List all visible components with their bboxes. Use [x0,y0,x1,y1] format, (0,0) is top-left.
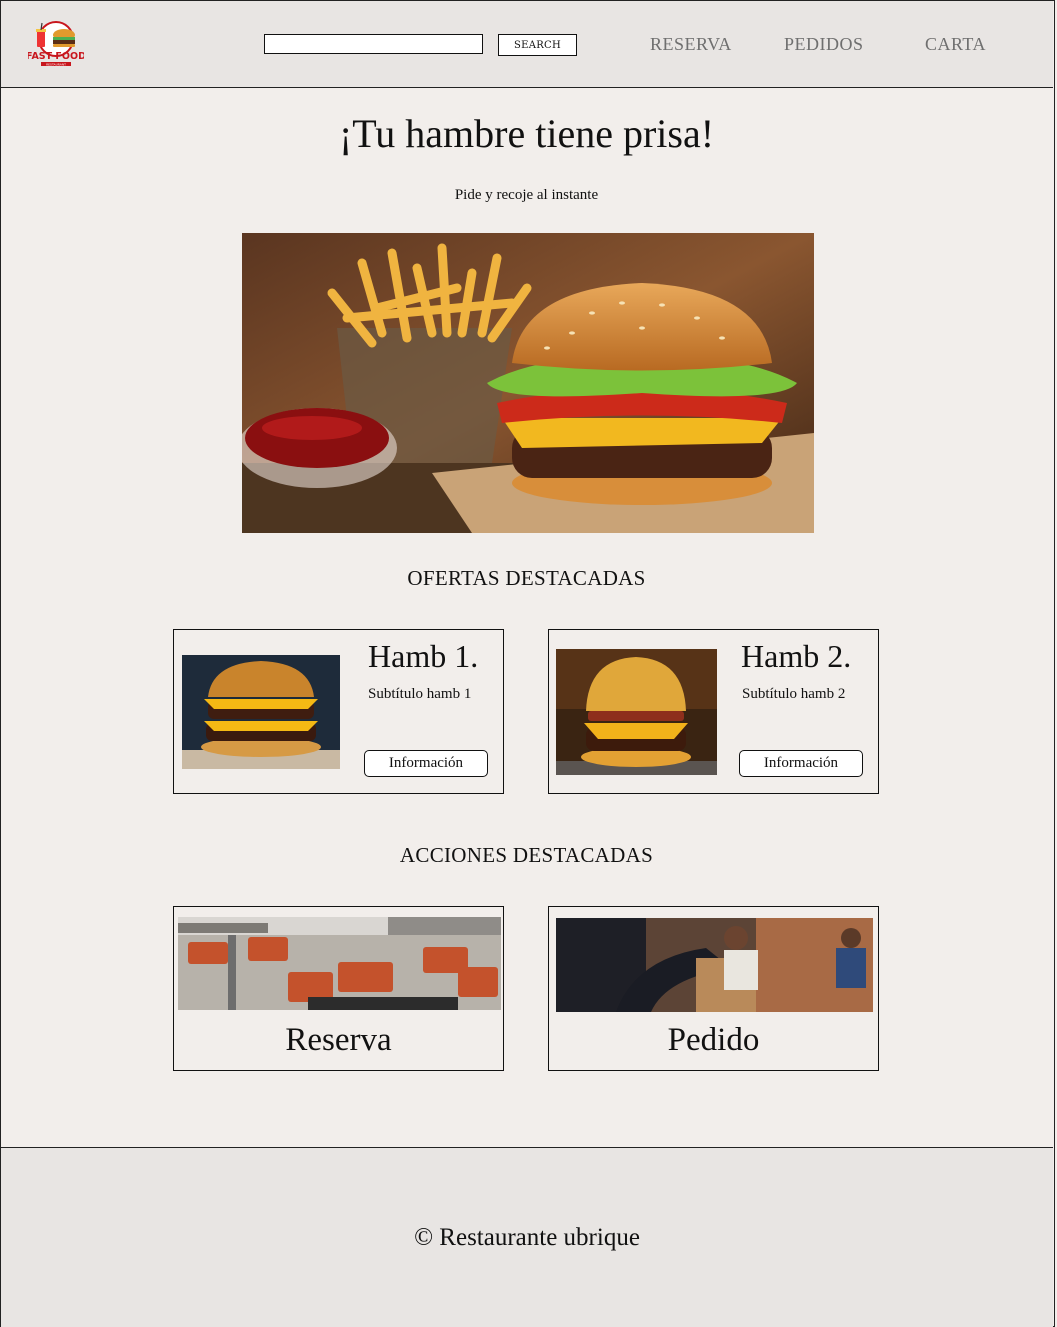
offers-heading: OFERTAS DESTACADAS [407,566,646,590]
offer-info-button-1[interactable]: Información [364,750,488,777]
search-button[interactable]: SEARCH [498,34,577,56]
action-card-reserva[interactable]: Reserva [173,906,504,1071]
logo-brand-text: FAST FOOD [28,51,84,62]
nav-link-reserva[interactable]: RESERVA [650,34,732,55]
offer-card-1[interactable]: Hamb 1. Subtítulo hamb 1 Información [173,629,504,794]
hero-burger-image [242,233,814,533]
fast-food-logo[interactable]: FAST FOOD RESTAURANT [26,19,86,69]
action-card-pedido[interactable]: Pedido [548,906,879,1071]
nav-link-carta[interactable]: CARTA [925,34,986,55]
offer-card-2[interactable]: Hamb 2. Subtítulo hamb 2 Información [548,629,879,794]
site-header: FAST FOOD RESTAURANT SEARCH RESERVA PEDI… [1,1,1053,88]
offer-title-2: Hamb 2. [741,638,852,674]
logo-tagline-text: RESTAURANT [46,62,66,66]
actions-heading: ACCIONES DESTACADAS [399,843,654,867]
offer-image-2 [556,649,717,775]
burger-and-fries-photo [242,233,814,533]
hero-title: ¡Tu hambre tiene prisa! [338,111,715,156]
action-image-reserva [178,917,501,1010]
site-footer: © Restaurante ubrique [1,1147,1053,1327]
action-label-pedido: Pedido [667,1022,760,1058]
search-input[interactable] [264,34,483,54]
bacon-cheeseburger-photo [556,649,717,775]
offer-subtitle-1: Subtítulo hamb 1 [368,686,472,702]
double-cheeseburger-photo [182,655,340,769]
offer-subtitle-2: Subtítulo hamb 2 [742,686,846,702]
nav-link-pedidos[interactable]: PEDIDOS [784,34,864,55]
takeaway-order-photo [556,918,873,1012]
action-image-pedido [556,918,873,1012]
hero-subtitle: Pide y recoje al instante [454,187,599,203]
offer-image-1 [182,655,340,769]
offer-info-button-2[interactable]: Información [739,750,863,777]
footer-copyright: © Restaurante ubrique [414,1224,640,1251]
action-label-reserva: Reserva [285,1022,392,1058]
restaurant-tables-photo [178,917,501,1010]
fast-food-logo-icon: FAST FOOD RESTAURANT [26,21,86,66]
offer-title-1: Hamb 1. [368,638,479,674]
